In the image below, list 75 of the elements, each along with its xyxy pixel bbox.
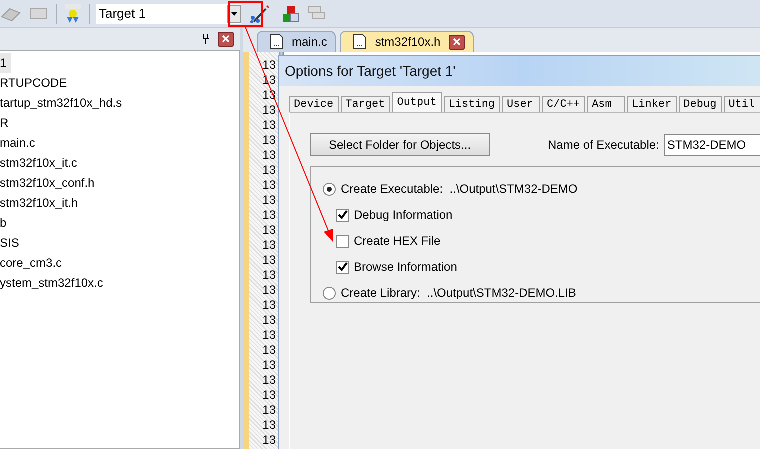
line-number: 13	[262, 223, 277, 238]
close-icon	[452, 38, 461, 46]
checkbox[interactable]	[336, 208, 349, 222]
dialog-tab[interactable]: Util	[724, 96, 760, 112]
line-number: 13	[262, 373, 277, 388]
dialog-tab[interactable]: Listing	[444, 96, 500, 112]
option-label: Create Library: ..\Output\STM32-DEMO.LIB	[341, 286, 576, 300]
target-select[interactable]: Target 1	[96, 4, 241, 24]
editor-tab[interactable]: stm32f10x.h	[340, 31, 474, 52]
tree-item[interactable]: ystem_stm32f10x.c	[0, 273, 108, 293]
dialog-title: Options for Target 'Target 1'	[279, 56, 760, 86]
tree-item[interactable]: RTUPCODE	[0, 73, 72, 93]
line-number: 13	[262, 253, 277, 268]
line-number: 13	[262, 388, 277, 403]
line-number: 13	[262, 283, 277, 298]
select-folder-button[interactable]: Select Folder for Objects...	[310, 133, 490, 156]
field-label: Name of Executable:	[548, 138, 660, 152]
line-number: 13	[262, 433, 277, 448]
checkbox[interactable]	[336, 260, 349, 274]
radio-button[interactable]	[323, 182, 336, 196]
tree-item[interactable]: main.c	[0, 133, 40, 153]
tree-item[interactable]: b	[0, 213, 11, 233]
file-icon	[270, 34, 284, 50]
line-number: 13	[262, 313, 277, 328]
line-number: 13	[262, 118, 277, 133]
line-number: 13	[262, 418, 277, 433]
dialog-tab[interactable]: Linker	[627, 96, 677, 112]
line-number: 13	[262, 103, 277, 118]
line-number: 13	[262, 178, 277, 193]
radio-button[interactable]	[323, 286, 336, 300]
dialog-tab[interactable]: Output	[392, 92, 442, 112]
tree-item[interactable]: 1	[0, 53, 11, 73]
line-number: 13	[262, 403, 277, 418]
highlight-box	[228, 1, 263, 27]
dialog-tab[interactable]: C/C++	[542, 96, 586, 112]
option-label: Create HEX File	[354, 234, 441, 248]
line-number: 13	[262, 208, 277, 223]
line-number: 13	[262, 193, 277, 208]
magic-wand-icon[interactable]	[249, 4, 271, 24]
tree-item[interactable]: core_cm3.c	[0, 253, 66, 273]
line-number: 13	[262, 343, 277, 358]
executable-name-field[interactable]: STM32-DEMO	[664, 134, 760, 156]
dialog-tab[interactable]: Asm	[587, 96, 626, 112]
close-icon	[222, 35, 230, 43]
file-icon	[353, 34, 368, 50]
line-number: 13	[262, 358, 277, 373]
line-number: 13	[262, 298, 277, 313]
line-number: 13	[262, 133, 277, 148]
tree-item[interactable]: R	[0, 113, 13, 133]
tree-item[interactable]: stm32f10x_it.c	[0, 153, 82, 173]
option-label: Create Executable: ..\Output\STM32-DEMO	[341, 182, 578, 196]
editor-tab[interactable]: main.c	[257, 31, 336, 52]
line-number: 13	[262, 328, 277, 343]
dropdown-arrow-icon	[230, 12, 238, 16]
dialog-tab[interactable]: Target	[340, 96, 390, 112]
download-icon[interactable]	[63, 2, 83, 24]
tree-item[interactable]: stm32f10x_it.h	[0, 193, 82, 213]
line-number: 13	[262, 238, 277, 253]
line-number: 13	[262, 268, 277, 283]
dialog-tab[interactable]: Debug	[678, 96, 722, 112]
close-button[interactable]	[218, 32, 234, 46]
tree-item[interactable]: tartup_stm32f10x_hd.s	[0, 93, 126, 113]
close-tab-button[interactable]	[448, 34, 465, 50]
tree-item[interactable]: SIS	[0, 233, 24, 253]
line-number: 13	[262, 58, 277, 73]
checkbox[interactable]	[336, 234, 349, 248]
tree-item[interactable]: stm32f10x_conf.h	[0, 173, 99, 193]
dialog-tab[interactable]: Device	[289, 96, 339, 112]
line-number: 13	[262, 148, 277, 163]
dialog-tab[interactable]: User	[502, 96, 540, 112]
components-icon[interactable]	[281, 4, 301, 24]
option-label: Debug Information	[354, 208, 453, 222]
line-number: 13	[262, 163, 277, 178]
pin-icon[interactable]	[202, 34, 210, 44]
option-label: Browse Information	[354, 260, 458, 274]
